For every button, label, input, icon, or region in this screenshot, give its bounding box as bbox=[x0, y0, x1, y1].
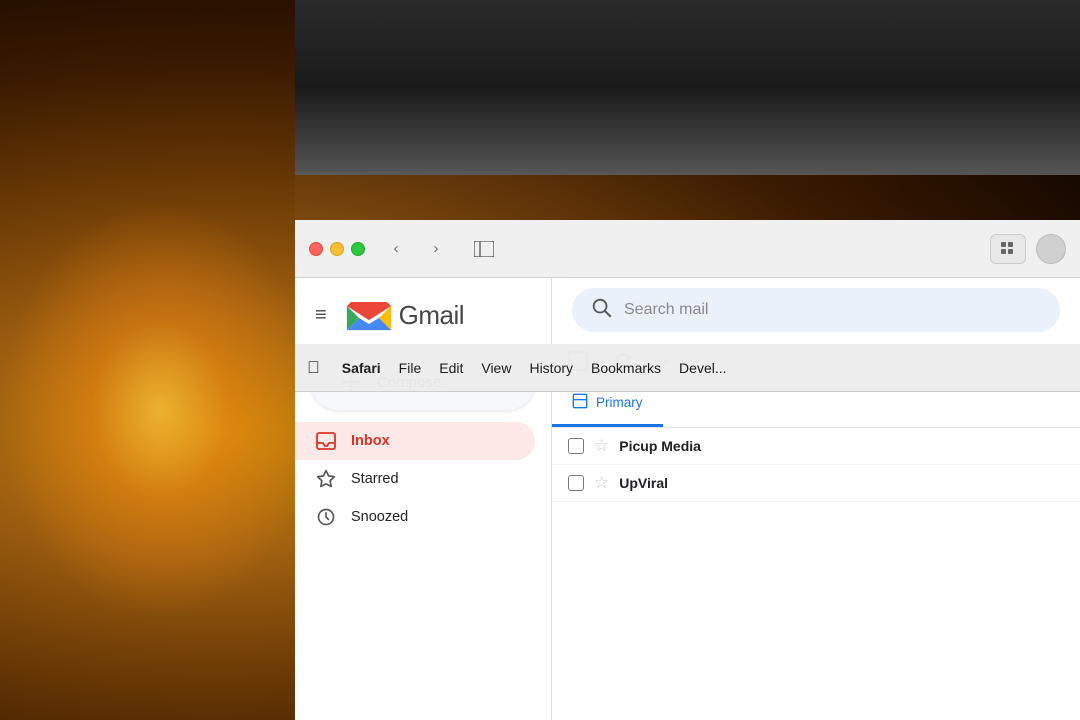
gmail-header: ≡ Gmail bbox=[295, 286, 551, 350]
menu-bookmarks[interactable]: Bookmarks bbox=[591, 360, 661, 376]
search-icon bbox=[590, 296, 612, 324]
bg-light-effect bbox=[0, 200, 320, 620]
sidebar-item-starred[interactable]: Starred bbox=[295, 460, 535, 498]
forward-button[interactable]: › bbox=[421, 234, 451, 264]
laptop-bezel bbox=[295, 0, 1080, 175]
table-row[interactable]: ☆ UpViral bbox=[552, 465, 1080, 502]
sidebar-item-snoozed[interactable]: Snoozed bbox=[295, 498, 535, 536]
forward-icon: › bbox=[434, 240, 439, 257]
email-list: ☆ Picup Media ☆ UpViral bbox=[552, 428, 1080, 502]
sidebar-toggle-icon bbox=[474, 241, 494, 257]
screen-area:  Safari File Edit View History Bookmark… bbox=[295, 172, 1080, 720]
fullscreen-button[interactable] bbox=[351, 242, 365, 256]
star-icon bbox=[315, 468, 337, 490]
traffic-lights bbox=[309, 242, 365, 256]
menu-safari[interactable]: Safari bbox=[342, 360, 381, 376]
grid-icon bbox=[1001, 242, 1015, 256]
search-placeholder-text: Search mail bbox=[624, 301, 708, 319]
star-toggle-icon[interactable]: ☆ bbox=[594, 473, 609, 493]
menu-edit[interactable]: Edit bbox=[439, 360, 463, 376]
gmail-m-icon bbox=[343, 296, 395, 334]
sidebar-starred-label: Starred bbox=[351, 471, 519, 487]
search-bar[interactable]: Search mail bbox=[572, 288, 1060, 332]
hamburger-menu-icon[interactable]: ≡ bbox=[311, 300, 331, 331]
inbox-icon bbox=[315, 430, 337, 452]
email-sender-name: UpViral bbox=[619, 475, 668, 491]
sidebar-snoozed-label: Snoozed bbox=[351, 509, 519, 525]
browser-chrome: ‹ › bbox=[295, 220, 1080, 278]
macos-menubar:  Safari File Edit View History Bookmark… bbox=[295, 344, 1080, 392]
close-button[interactable] bbox=[309, 242, 323, 256]
email-checkbox[interactable] bbox=[568, 438, 584, 454]
tab-primary-label: Primary bbox=[596, 395, 643, 410]
gmail-text-label: Gmail bbox=[399, 300, 464, 331]
table-row[interactable]: ☆ Picup Media bbox=[552, 428, 1080, 465]
menu-history[interactable]: History bbox=[529, 360, 573, 376]
sidebar-inbox-label: Inbox bbox=[351, 433, 519, 449]
profile-avatar[interactable] bbox=[1036, 234, 1066, 264]
snoozed-icon bbox=[315, 506, 337, 528]
gmail-logo: Gmail bbox=[343, 296, 464, 334]
back-button[interactable]: ‹ bbox=[381, 234, 411, 264]
grid-button[interactable] bbox=[990, 234, 1026, 264]
email-checkbox[interactable] bbox=[568, 475, 584, 491]
back-icon: ‹ bbox=[394, 240, 399, 257]
star-toggle-icon[interactable]: ☆ bbox=[594, 436, 609, 456]
sidebar-toggle-button[interactable] bbox=[467, 234, 501, 264]
apple-menu-icon[interactable]:  bbox=[307, 358, 320, 378]
minimize-button[interactable] bbox=[330, 242, 344, 256]
email-sender-name: Picup Media bbox=[619, 438, 701, 454]
menu-file[interactable]: File bbox=[399, 360, 422, 376]
sidebar-item-inbox[interactable]: Inbox bbox=[295, 422, 535, 460]
menu-view[interactable]: View bbox=[481, 360, 511, 376]
menu-develop[interactable]: Devel... bbox=[679, 360, 726, 376]
primary-tab-icon bbox=[572, 393, 588, 412]
